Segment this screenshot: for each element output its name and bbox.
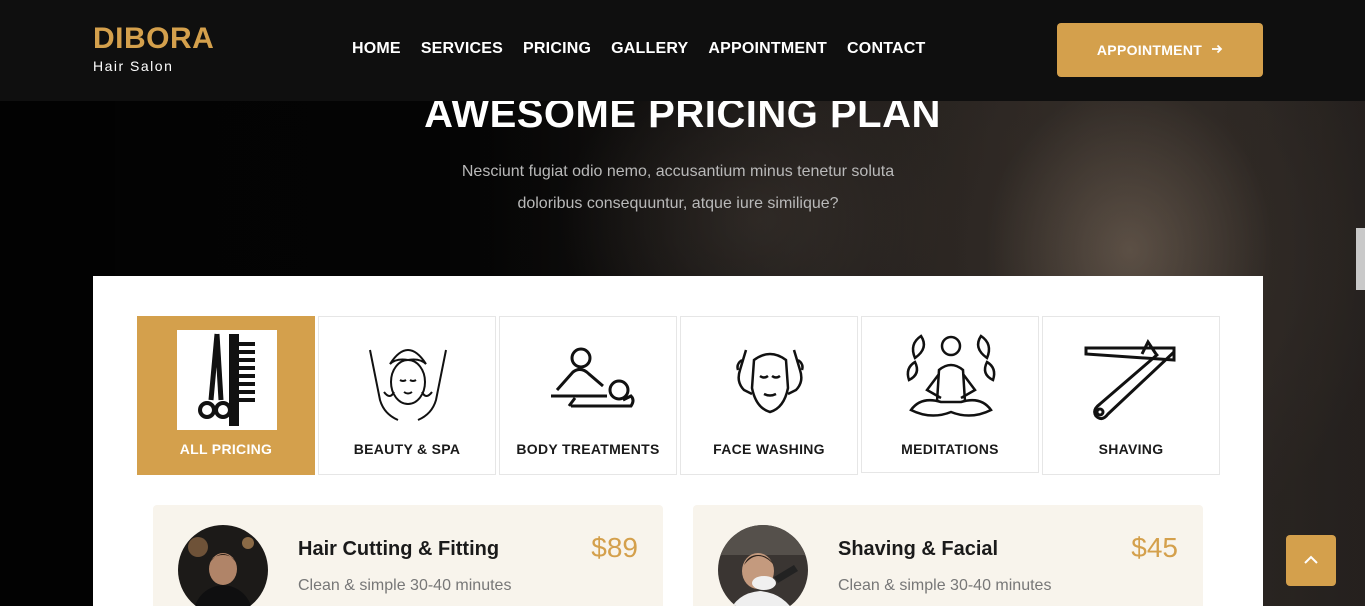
scrollbar-thumb[interactable] xyxy=(1356,228,1365,290)
tab-label: BODY TREATMENTS xyxy=(516,441,660,457)
chevron-up-icon xyxy=(1303,552,1319,570)
barber-photo xyxy=(178,525,268,606)
massage-icon xyxy=(539,330,639,430)
nav-pricing[interactable]: PRICING xyxy=(523,40,591,58)
nav-gallery[interactable]: GALLERY xyxy=(611,40,688,58)
tab-face-washing[interactable]: FACE WASHING xyxy=(680,316,858,475)
spa-face-icon xyxy=(358,330,458,430)
face-wash-icon xyxy=(720,330,820,430)
tab-meditations[interactable]: MEDITATIONS xyxy=(861,316,1039,473)
page-subtitle: Nesciunt fugiat odio nemo, accusantium m… xyxy=(432,156,924,220)
tab-label: SHAVING xyxy=(1098,441,1164,457)
pricing-panel: ALL PRICING BEAUTY & SPA BODY TREATMENTS… xyxy=(93,276,1263,606)
card-title: Shaving & Facial xyxy=(838,538,999,560)
logo-subtitle: Hair Salon xyxy=(93,58,174,74)
appointment-button-label: APPOINTMENT xyxy=(1096,42,1203,58)
shaving-photo xyxy=(718,525,808,606)
price-card[interactable]: Shaving & Facial Clean & simple 30-40 mi… xyxy=(693,505,1203,606)
tab-label: FACE WASHING xyxy=(713,441,825,457)
site-header: DIBORA Hair Salon HOME SERVICES PRICING … xyxy=(0,0,1365,101)
nav-home[interactable]: HOME xyxy=(352,40,401,58)
nav-contact[interactable]: CONTACT xyxy=(847,40,925,58)
meditation-icon xyxy=(901,328,1001,428)
card-price: $89 xyxy=(591,532,638,563)
card-price: $45 xyxy=(1131,532,1178,563)
scroll-to-top-button[interactable] xyxy=(1286,535,1336,586)
card-description: Clean & simple 30-40 minutes xyxy=(838,577,1052,594)
razor-icon xyxy=(1082,330,1182,430)
tab-shaving[interactable]: SHAVING xyxy=(1042,316,1220,475)
logo-title: DIBORA xyxy=(93,22,215,55)
scissors-comb-icon xyxy=(177,330,277,430)
tab-body-treatments[interactable]: BODY TREATMENTS xyxy=(499,316,677,475)
nav-appointment[interactable]: APPOINTMENT xyxy=(708,40,827,58)
tab-label: ALL PRICING xyxy=(179,441,273,457)
tab-label: BEAUTY & SPA xyxy=(353,441,461,457)
subtitle-line-2: doloribus consequuntur, atque iure simil… xyxy=(517,195,839,212)
logo[interactable]: DIBORA Hair Salon xyxy=(93,22,214,74)
tab-label: MEDITATIONS xyxy=(901,441,999,457)
main-nav: HOME SERVICES PRICING GALLERY APPOINTMEN… xyxy=(352,40,945,58)
card-title: Hair Cutting & Fitting xyxy=(298,538,500,560)
arrow-right-icon xyxy=(1211,43,1223,58)
nav-services[interactable]: SERVICES xyxy=(421,40,503,58)
tab-all-pricing[interactable]: ALL PRICING xyxy=(137,316,315,475)
subtitle-line-1: Nesciunt fugiat odio nemo, accusantium m… xyxy=(461,163,895,180)
appointment-button[interactable]: APPOINTMENT xyxy=(1057,23,1263,77)
price-card[interactable]: Hair Cutting & Fitting Clean & simple 30… xyxy=(153,505,663,606)
tab-beauty-spa[interactable]: BEAUTY & SPA xyxy=(318,316,496,475)
card-description: Clean & simple 30-40 minutes xyxy=(298,577,512,594)
